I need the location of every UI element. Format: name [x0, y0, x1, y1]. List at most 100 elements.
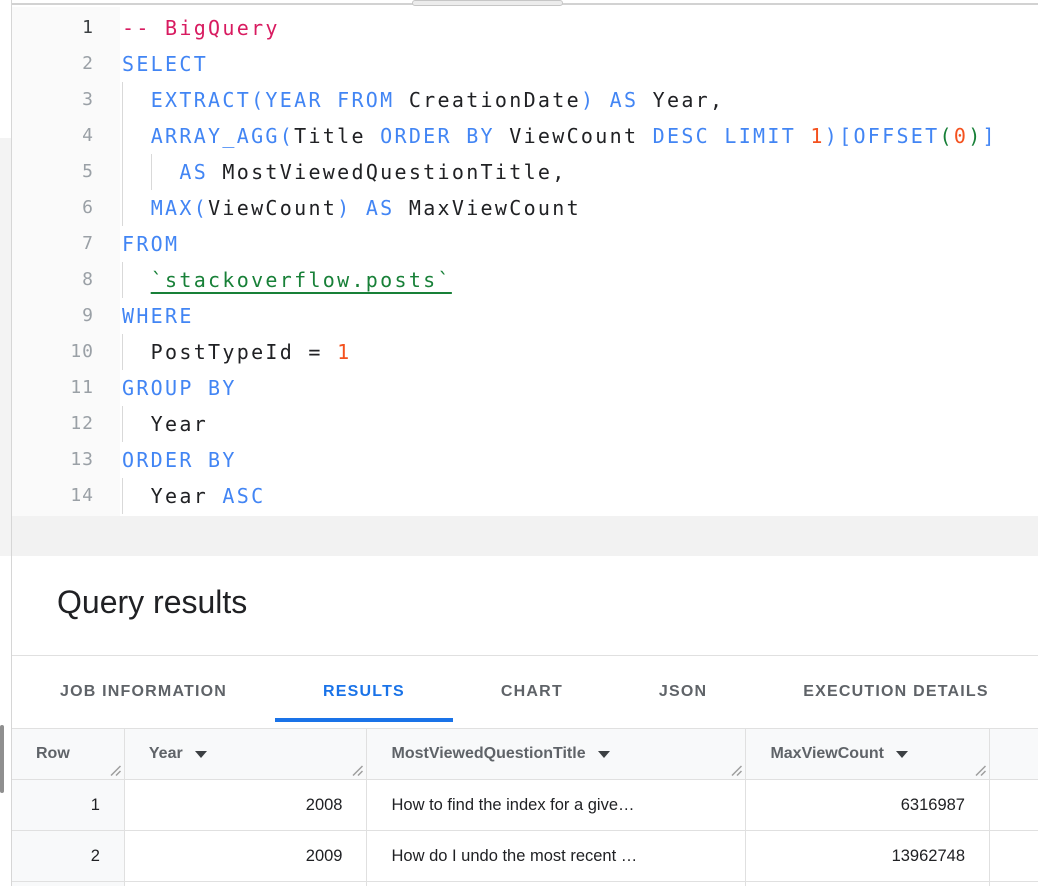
column-resize-handle[interactable]: [974, 764, 986, 776]
results-table: Row Year MostViewedQuestionTitle MaxViewCou…: [12, 729, 1038, 886]
line-number: 3: [12, 82, 120, 118]
code-line: PostTypeId = 1: [120, 334, 1038, 370]
line-number: 14: [12, 478, 120, 514]
code-token: Title: [294, 124, 380, 148]
column-header-filler: [990, 729, 1038, 779]
cell-maxviewcount: 6316987: [746, 780, 990, 830]
code-token: 1: [337, 340, 351, 364]
code-token: [122, 124, 151, 148]
column-resize-handle[interactable]: [730, 764, 742, 776]
code-line: Year ASC: [120, 478, 1038, 514]
horizontal-scrollbar[interactable]: [12, 0, 1038, 5]
column-header-maxviewcount[interactable]: MaxViewCount: [746, 729, 990, 779]
column-header-row: Row Year MostViewedQuestionTitle MaxViewCou…: [12, 729, 1038, 780]
code-token: WHERE: [122, 304, 194, 328]
line-number: 9: [12, 298, 120, 334]
code-line: Year: [120, 406, 1038, 442]
line-number: 6: [12, 190, 120, 226]
table-row: 12008How to find the index for a give…63…: [12, 780, 1038, 831]
editor-bottom-padding: [12, 516, 1038, 556]
row-number-cell: 1: [12, 780, 125, 830]
cell-filler: [990, 831, 1038, 881]
column-header-row[interactable]: Row: [12, 729, 125, 779]
code-token: [351, 196, 365, 220]
tab-execution-details[interactable]: EXECUTION DETAILS: [755, 656, 1036, 728]
code-token: ViewCount: [495, 124, 653, 148]
column-header-mostviewedquestiontitle[interactable]: MostViewedQuestionTitle: [367, 729, 746, 779]
code-token: (: [940, 124, 954, 148]
line-number: 5: [12, 154, 120, 190]
table-reference-link[interactable]: `stackoverflow.posts`: [151, 268, 452, 292]
code-line: `stackoverflow.posts`: [120, 262, 1038, 298]
code-token: [122, 268, 151, 292]
column-header-label: Row: [36, 745, 70, 763]
code-line: FROM: [120, 226, 1038, 262]
indent-guide: [122, 118, 123, 154]
left-panel-edge-shade: [0, 138, 11, 556]
code-token: CreationDate: [395, 88, 581, 112]
code-token: ASC: [222, 484, 265, 508]
cell-partial: [125, 882, 368, 886]
code-token: ): [968, 124, 982, 148]
table-row: 22009How do I undo the most recent …1396…: [12, 831, 1038, 882]
sort-arrow-icon[interactable]: [896, 751, 908, 758]
vertical-scrollbar-thumb[interactable]: [0, 725, 4, 793]
tab-chart[interactable]: CHART: [453, 656, 611, 728]
tab-job-information[interactable]: JOB INFORMATION: [12, 656, 275, 728]
column-header-label: MostViewedQuestionTitle: [391, 745, 585, 763]
code-token: [122, 196, 151, 220]
sort-arrow-icon[interactable]: [598, 751, 610, 758]
cell-partial: [990, 882, 1038, 886]
indent-guide: [122, 82, 123, 118]
cell-title: How do I undo the most recent …: [367, 831, 746, 881]
column-header-year[interactable]: Year: [125, 729, 368, 779]
sql-editor[interactable]: 1234567891011121314 -- BigQuerySELECT EX…: [12, 7, 1038, 556]
indent-guide: [122, 406, 123, 442]
code-token: AS: [610, 88, 639, 112]
tab-results[interactable]: RESULTS: [275, 656, 453, 728]
line-number: 4: [12, 118, 120, 154]
line-number: 7: [12, 226, 120, 262]
cell-year: 2008: [125, 780, 368, 830]
code-token: EXTRACT(YEAR FROM: [151, 88, 395, 112]
column-header-label: MaxViewCount: [770, 745, 884, 763]
horizontal-scrollbar-thumb[interactable]: [412, 0, 563, 6]
code-line: ORDER BY: [120, 442, 1038, 478]
code-line: SELECT: [120, 46, 1038, 82]
indent-guide: [151, 154, 152, 190]
indent-guide: [122, 190, 123, 226]
indent-guide: [122, 154, 123, 190]
code-token: AS: [179, 160, 208, 184]
code-token: ViewCount: [208, 196, 337, 220]
column-resize-handle[interactable]: [109, 764, 121, 776]
sort-arrow-icon[interactable]: [195, 751, 207, 758]
code-token: FROM: [122, 232, 179, 256]
tab-json[interactable]: JSON: [611, 656, 755, 728]
code-token: DESC LIMIT: [653, 124, 811, 148]
cell-maxviewcount: 13962748: [746, 831, 990, 881]
code-token: ): [337, 196, 351, 220]
code-token: 0: [954, 124, 968, 148]
code-token: AS: [366, 196, 395, 220]
code-line: ARRAY_AGG(Title ORDER BY ViewCount DESC …: [120, 118, 1038, 154]
code-token: [595, 88, 609, 112]
cell-title: How to find the index for a give…: [367, 780, 746, 830]
editor-gutter: 1234567891011121314: [12, 10, 120, 514]
code-token: 1: [810, 124, 824, 148]
row-number-cell: 2: [12, 831, 125, 881]
line-number: 10: [12, 334, 120, 370]
line-number: 1: [12, 10, 120, 46]
column-resize-handle[interactable]: [351, 764, 363, 776]
line-number: 8: [12, 262, 120, 298]
code-line: MAX(ViewCount) AS MaxViewCount: [120, 190, 1038, 226]
code-token: ORDER BY: [122, 448, 237, 472]
table-row-partial: [12, 882, 1038, 886]
code-token: MAX(: [151, 196, 208, 220]
cell-partial: [367, 882, 746, 886]
line-number: 12: [12, 406, 120, 442]
code-token: Year: [122, 412, 208, 436]
results-tabs: JOB INFORMATIONRESULTSCHARTJSONEXECUTION…: [12, 656, 1038, 729]
code-token: MostViewedQuestionTitle,: [208, 160, 567, 184]
code-area[interactable]: -- BigQuerySELECT EXTRACT(YEAR FROM Crea…: [120, 10, 1038, 514]
code-token: Year: [122, 484, 222, 508]
